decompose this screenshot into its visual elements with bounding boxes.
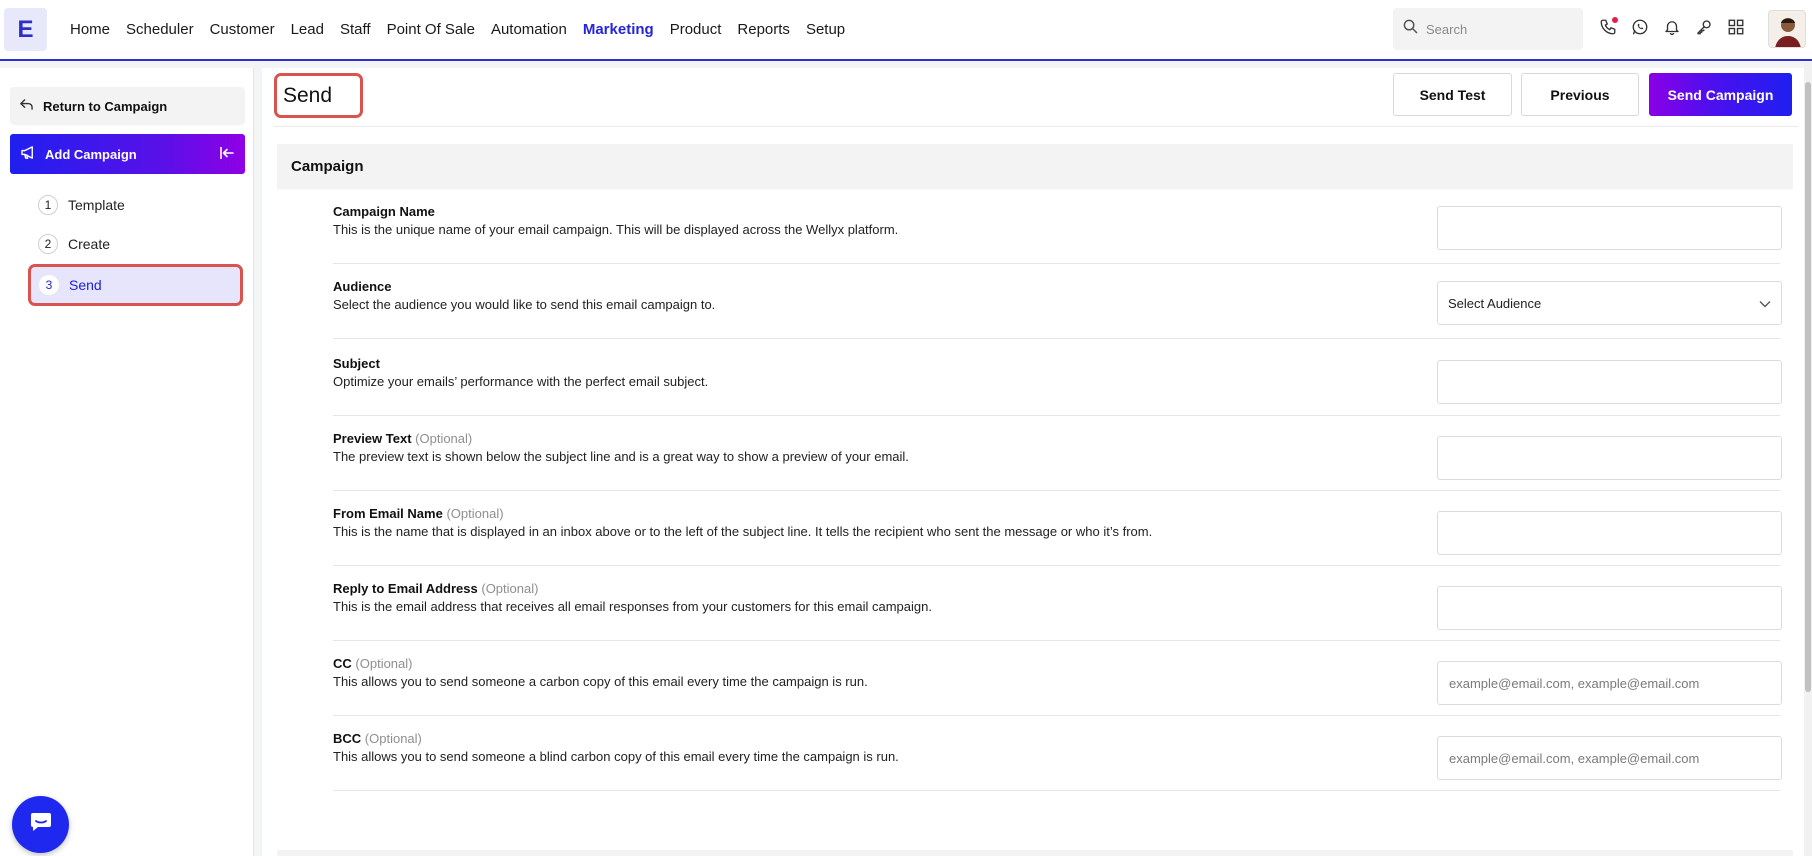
campaign-name-input[interactable] [1437,206,1782,250]
nav-item-product[interactable]: Product [662,21,730,38]
field-title: Audience [333,279,392,294]
field-title-text: From Email Name [333,506,443,521]
return-to-campaign-button[interactable]: Return to Campaign [10,87,245,125]
step-label: Create [68,236,111,252]
subject-input[interactable] [1437,360,1782,404]
field-description: Select the audience you would like to se… [333,297,716,312]
field-description: This is the unique name of your email ca… [333,222,899,237]
app-logo[interactable]: E [4,8,47,51]
chat-support-button[interactable] [12,796,69,853]
page-scrollbar[interactable] [1804,62,1812,856]
field-title: CC (Optional) [333,656,412,671]
field-description: This allows you to send someone a carbon… [333,674,868,689]
audience-select-value: Select Audience [1448,295,1542,311]
campaign-sidebar: Return to Campaign Add Campaign 1 Templa… [0,68,254,856]
next-section-strip [277,850,1793,856]
field-title: Campaign Name [333,204,435,219]
field-title: Preview Text (Optional) [333,431,472,446]
bcc-input[interactable] [1437,736,1782,780]
field-title-text: Preview Text [333,431,412,446]
chevron-down-icon [1759,296,1771,311]
field-title: Subject [333,356,380,371]
phone-icon[interactable] [1598,16,1618,38]
nav-item-point-of-sale[interactable]: Point Of Sale [379,21,483,38]
step-number: 1 [38,195,58,215]
cc-input[interactable] [1437,661,1782,705]
field-description: The preview text is shown below the subj… [333,449,909,464]
whatsapp-icon[interactable] [1630,16,1650,38]
preview-text-input[interactable] [1437,436,1782,480]
nav-item-marketing[interactable]: Marketing [575,21,662,38]
reply-to-email-input[interactable] [1437,586,1782,630]
optional-tag: (Optional) [364,731,422,746]
previous-button[interactable]: Previous [1521,73,1639,116]
optional-tag: (Optional) [355,656,413,671]
field-title: From Email Name (Optional) [333,506,504,521]
field-title-text: Subject [333,356,380,371]
nav-item-scheduler[interactable]: Scheduler [118,21,202,38]
step-template[interactable]: 1 Template [28,186,243,224]
back-arrow-icon [19,98,34,114]
nav-item-home[interactable]: Home [62,21,118,38]
step-label: Template [68,197,125,213]
field-title-text: Campaign Name [333,204,435,219]
search-box [1393,8,1583,50]
field-description: This is the name that is displayed in an… [333,524,1153,539]
optional-tag: (Optional) [446,506,504,521]
notification-dot [1612,17,1618,23]
field-description: This allows you to send someone a blind … [333,749,899,764]
nav-item-setup[interactable]: Setup [798,21,853,38]
nav-item-lead[interactable]: Lead [283,21,332,38]
add-campaign-header: Add Campaign [10,134,245,174]
send-campaign-button[interactable]: Send Campaign [1649,73,1792,116]
apps-grid-icon[interactable] [1726,16,1746,38]
field-title-text: CC [333,656,352,671]
chat-icon [29,811,53,838]
field-title: BCC (Optional) [333,731,422,746]
divider [274,126,1798,127]
bell-icon[interactable] [1662,16,1682,38]
field-title: Reply to Email Address (Optional) [333,581,538,596]
collapse-sidebar-icon[interactable] [219,145,235,164]
key-icon[interactable] [1694,16,1714,38]
field-description: This is the email address that receives … [333,599,932,614]
audience-select[interactable]: Select Audience [1437,281,1782,325]
return-label: Return to Campaign [43,98,168,114]
from-email-name-input[interactable] [1437,511,1782,555]
step-create[interactable]: 2 Create [28,225,243,263]
campaign-section-header: Campaign [277,144,1793,189]
search-input[interactable] [1426,21,1576,37]
field-title-text: Reply to Email Address [333,581,478,596]
campaign-steps: 1 Template 2 Create 3 Send [28,186,243,307]
optional-tag: (Optional) [415,431,473,446]
search-icon [1403,19,1418,39]
main-nav: Home Scheduler Customer Lead Staff Point… [62,0,853,59]
field-title-text: Audience [333,279,392,294]
nav-item-staff[interactable]: Staff [332,21,379,38]
top-navbar: E Home Scheduler Customer Lead Staff Poi… [0,0,1812,61]
scrollbar-thumb[interactable] [1805,82,1811,692]
send-test-button[interactable]: Send Test [1393,73,1512,116]
step-label: Send [69,277,102,293]
field-description: Optimize your emails’ performance with t… [333,374,709,389]
page-title: Send [274,73,363,118]
add-campaign-label: Add Campaign [45,146,137,162]
field-title-text: BCC [333,731,362,746]
nav-item-automation[interactable]: Automation [483,21,575,38]
user-avatar[interactable] [1768,10,1806,48]
step-send[interactable]: 3 Send [28,264,243,306]
megaphone-icon [20,145,37,163]
nav-item-customer[interactable]: Customer [202,21,283,38]
main-panel: Send Send Test Previous Send Campaign Ca… [262,68,1812,856]
nav-item-reports[interactable]: Reports [729,21,798,38]
step-number: 3 [39,275,59,295]
step-number: 2 [38,234,58,254]
optional-tag: (Optional) [481,581,539,596]
header-icons [1598,16,1746,38]
